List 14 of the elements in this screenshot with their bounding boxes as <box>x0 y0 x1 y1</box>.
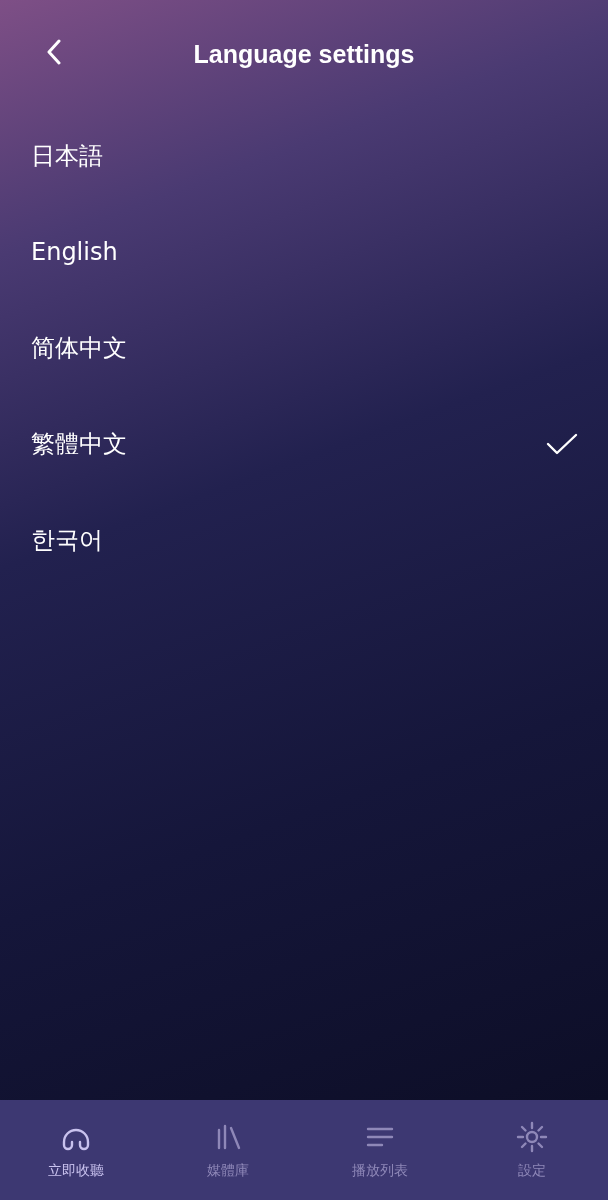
language-label: 한국어 <box>31 525 103 556</box>
settings-icon <box>515 1120 549 1154</box>
language-label: 简体中文 <box>31 333 127 364</box>
language-label: English <box>31 238 118 266</box>
back-chevron-icon <box>46 39 62 65</box>
language-option[interactable]: 日本語 <box>0 108 608 204</box>
language-option[interactable]: 繁體中文 <box>0 396 608 492</box>
language-option[interactable]: English <box>0 204 608 300</box>
language-option[interactable]: 한국어 <box>0 492 608 588</box>
language-option[interactable]: 简体中文 <box>0 300 608 396</box>
page-title: Language settings <box>193 39 415 69</box>
language-label: 日本語 <box>31 141 103 172</box>
tab-bar-item[interactable]: 立即收聽 <box>0 1100 152 1200</box>
language-label: 繁體中文 <box>31 429 127 460</box>
